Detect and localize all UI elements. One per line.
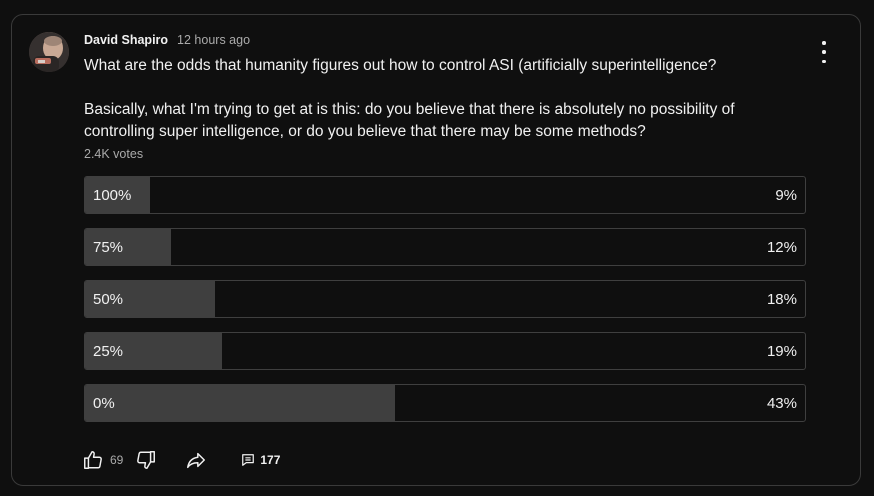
dislike-button[interactable]	[135, 449, 157, 471]
post-header: David Shapiro 12 hours ago	[84, 33, 250, 47]
poll-options: 100% 9% 75% 12% 50% 18% 25% 19% 0% 43%	[84, 176, 806, 436]
thumbs-up-icon	[82, 449, 104, 471]
poll-option-percent: 18%	[766, 291, 797, 308]
share-button[interactable]	[185, 449, 207, 471]
post-text: What are the odds that humanity figures …	[84, 57, 735, 140]
action-bar: 69 177	[82, 449, 280, 471]
poll-option[interactable]: 0% 43%	[84, 384, 806, 422]
like-count: 69	[110, 453, 124, 467]
more-vert-icon[interactable]	[814, 41, 834, 63]
poll-option-percent: 12%	[766, 239, 797, 256]
poll-option[interactable]: 100% 9%	[84, 176, 806, 214]
poll-option[interactable]: 25% 19%	[84, 332, 806, 370]
community-post-card: David Shapiro 12 hours ago What are the …	[11, 14, 861, 486]
post-time[interactable]: 12 hours ago	[177, 33, 250, 47]
poll-option-label: 75%	[93, 239, 124, 256]
author-name[interactable]: David Shapiro	[84, 33, 168, 47]
poll-option-label: 100%	[93, 187, 132, 204]
poll-option[interactable]: 50% 18%	[84, 280, 806, 318]
poll-option-fill	[85, 385, 395, 421]
poll-option-label: 50%	[93, 291, 124, 308]
avatar[interactable]	[29, 32, 69, 72]
comment-icon	[241, 453, 255, 467]
thumbs-down-icon	[135, 449, 157, 471]
share-icon	[185, 449, 207, 471]
poll-option[interactable]: 75% 12%	[84, 228, 806, 266]
comment-button[interactable]: 177	[241, 453, 280, 467]
poll-option-percent: 9%	[775, 187, 797, 204]
vote-count: 2.4K votes	[84, 147, 144, 161]
comment-count: 177	[260, 453, 281, 467]
poll-option-percent: 43%	[766, 395, 797, 412]
poll-option-percent: 19%	[766, 343, 797, 360]
poll-option-label: 25%	[93, 343, 124, 360]
like-button[interactable]: 69	[82, 449, 123, 471]
poll-option-label: 0%	[93, 395, 115, 412]
